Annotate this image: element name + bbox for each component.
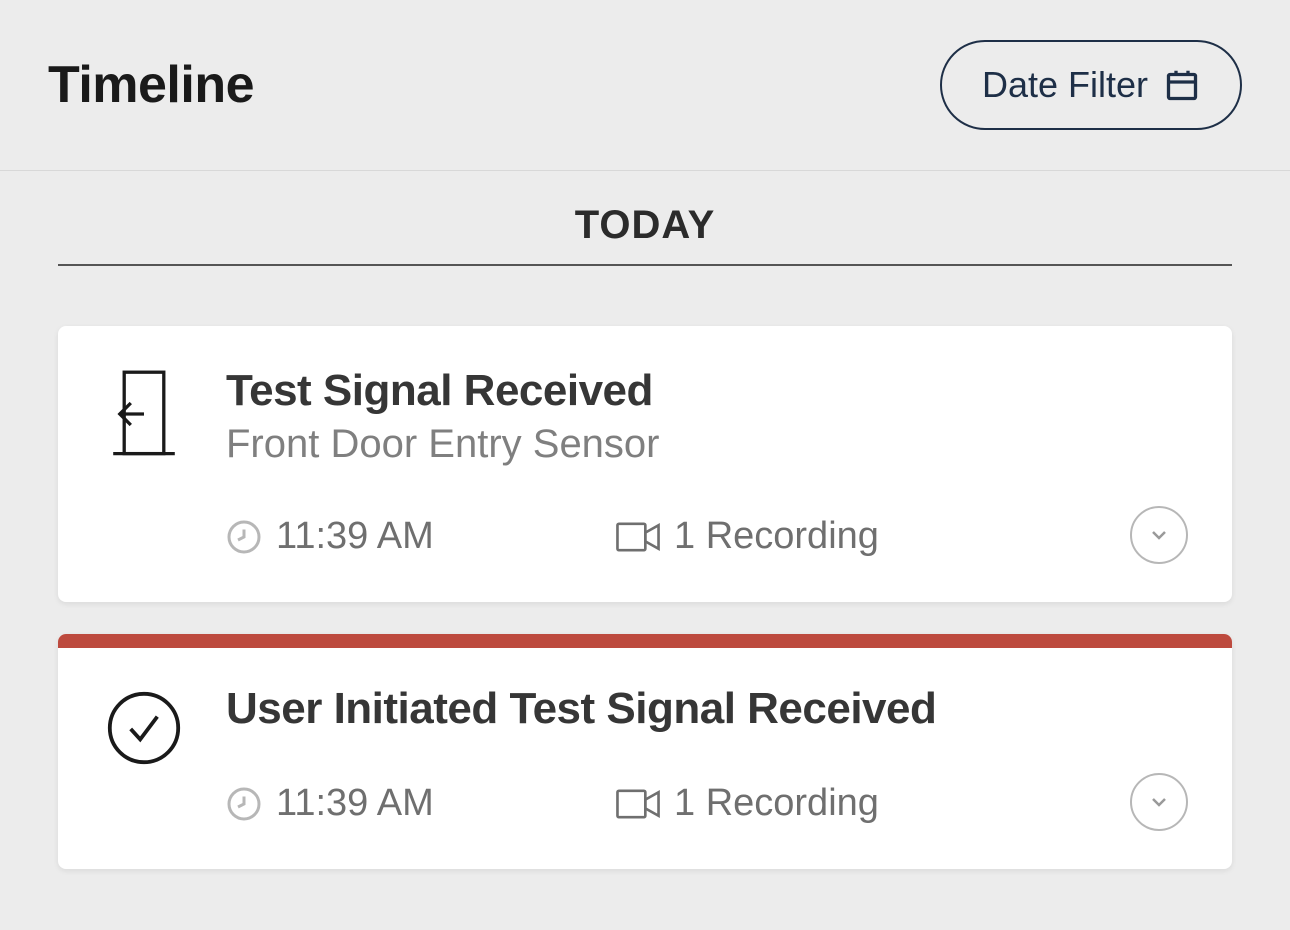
event-recordings: 1 Recording xyxy=(674,782,879,825)
expand-button[interactable] xyxy=(1130,773,1188,831)
event-recordings: 1 Recording xyxy=(674,515,879,558)
video-camera-icon xyxy=(616,521,660,553)
calendar-icon xyxy=(1164,67,1200,103)
event-subtitle: Front Door Entry Sensor xyxy=(226,422,1184,467)
clock-icon xyxy=(226,519,262,555)
chevron-down-icon xyxy=(1147,790,1171,814)
date-filter-label: Date Filter xyxy=(982,64,1148,106)
event-time: 11:39 AM xyxy=(276,782,434,825)
event-time: 11:39 AM xyxy=(276,515,434,558)
check-circle-icon xyxy=(106,688,182,788)
date-filter-button[interactable]: Date Filter xyxy=(940,40,1242,130)
event-title: Test Signal Received xyxy=(226,366,1184,416)
section-heading-today: TODAY xyxy=(58,203,1232,266)
event-title: User Initiated Test Signal Received xyxy=(226,684,1184,734)
timeline-event-card[interactable]: Test Signal Received Front Door Entry Se… xyxy=(58,326,1232,602)
expand-button[interactable] xyxy=(1130,506,1188,564)
video-camera-icon xyxy=(616,788,660,820)
clock-icon xyxy=(226,786,262,822)
chevron-down-icon xyxy=(1147,523,1171,547)
timeline-event-card[interactable]: User Initiated Test Signal Received 11:3… xyxy=(58,634,1232,869)
page-title: Timeline xyxy=(48,55,254,115)
door-icon xyxy=(106,370,182,470)
